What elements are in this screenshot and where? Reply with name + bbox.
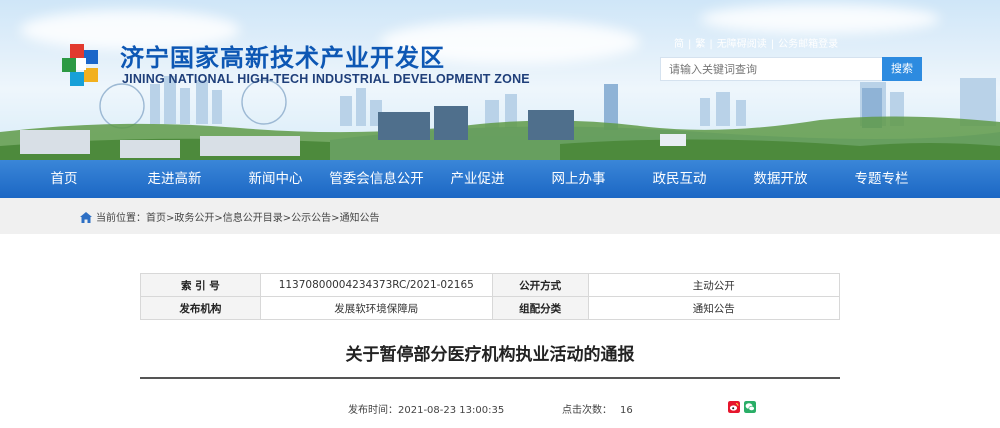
table-row: 发布机构 发展软环境保障局 组配分类 通知公告 (140, 296, 841, 320)
category-value: 通知公告 (587, 296, 841, 320)
document-info-table: 索 引 号 11370800004234373RC/2021-02165 公开方… (140, 273, 841, 320)
accessibility-link[interactable]: 无障碍阅读 (717, 39, 767, 50)
breadcrumb-bar: 当前位置：首页>政务公开>信息公开目录>公示公告>通知公告 (0, 198, 1000, 234)
breadcrumb: 当前位置：首页>政务公开>信息公开目录>公示公告>通知公告 (80, 209, 380, 224)
traditional-chinese-link[interactable]: 繁 (695, 39, 705, 50)
nav-item-open-data[interactable]: 数据开放 (730, 160, 831, 198)
site-title: 济宁国家高新技术产业开发区 (120, 44, 445, 72)
nav-item-industry[interactable]: 产业促进 (427, 160, 528, 198)
publisher-label: 发布机构 (140, 296, 261, 320)
open-method-value: 主动公开 (587, 273, 841, 297)
search-button[interactable]: 搜索 (882, 57, 922, 81)
index-label: 索 引 号 (140, 273, 261, 297)
nav-item-news[interactable]: 新闻中心 (225, 160, 326, 198)
click-count-value: 16 (620, 405, 633, 416)
breadcrumb-separator: > (282, 213, 292, 224)
breadcrumb-announcements[interactable]: 通知公告 (340, 213, 380, 224)
header-banner: 济宁国家高新技术产业开发区 JINING NATIONAL HIGH-TECH … (0, 0, 1000, 162)
nav-item-about[interactable]: 走进高新 (124, 160, 225, 198)
breadcrumb-separator: > (331, 213, 340, 224)
publish-time: 发布时间：2021-08-23 13:00:35 (348, 401, 504, 416)
official-mailbox-link[interactable]: 公务邮箱登录 (778, 39, 838, 50)
title-divider (140, 377, 840, 379)
top-links: 简 | 繁 | 无障碍阅读 | 公务邮箱登录 (674, 39, 839, 50)
breadcrumb-gov-affairs[interactable]: 政务公开 (174, 213, 214, 224)
category-label: 组配分类 (491, 296, 589, 320)
site-subtitle: JINING NATIONAL HIGH-TECH INDUSTRIAL DEV… (122, 72, 530, 86)
open-method-label: 公开方式 (491, 273, 589, 297)
nav-item-home[interactable]: 首页 (50, 160, 78, 198)
article-title: 关于暂停部分医疗机构执业活动的通报 (345, 345, 635, 365)
breadcrumb-public-notices[interactable]: 公示公告 (291, 213, 331, 224)
home-icon (80, 212, 92, 223)
nav-item-special-topics[interactable]: 专题专栏 (831, 160, 932, 198)
publisher-value: 发展软环境保障局 (259, 296, 493, 320)
breadcrumb-separator: > (214, 213, 223, 224)
publish-time-label: 发布时间： (348, 405, 398, 416)
breadcrumb-info-catalog[interactable]: 信息公开目录 (223, 213, 283, 224)
main-nav: 首页 走进高新 新闻中心 管委会信息公开 产业促进 网上办事 政民互动 数据开放… (0, 160, 1000, 198)
index-value: 11370800004234373RC/2021-02165 (259, 273, 493, 297)
nav-item-interaction[interactable]: 政民互动 (629, 160, 730, 198)
publish-time-value: 2021-08-23 13:00:35 (398, 405, 505, 416)
simplified-chinese-link[interactable]: 简 (674, 39, 684, 50)
wechat-share-icon[interactable] (744, 401, 756, 413)
breadcrumb-prefix: 当前位置： (96, 213, 146, 224)
table-row: 索 引 号 11370800004234373RC/2021-02165 公开方… (140, 273, 841, 297)
breadcrumb-home[interactable]: 首页 (146, 213, 166, 224)
click-count-label: 点击次数： (562, 405, 612, 416)
nav-item-info-disclosure[interactable]: 管委会信息公开 (326, 160, 427, 198)
click-count: 点击次数： 16 (562, 401, 633, 416)
nav-item-online-services[interactable]: 网上办事 (528, 160, 629, 198)
search-input[interactable] (660, 57, 884, 81)
weibo-share-icon[interactable] (728, 401, 740, 413)
zone-logo (62, 44, 98, 86)
